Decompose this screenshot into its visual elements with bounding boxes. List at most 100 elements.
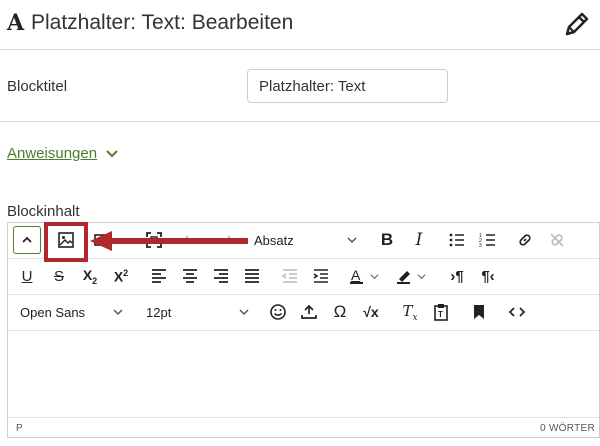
- block-title-row: Blocktitel: [0, 54, 600, 122]
- toolbar-row-2: U S X2 X2 A ›¶ ¶‹: [8, 259, 599, 295]
- fullscreen-button[interactable]: [140, 226, 168, 254]
- word-count[interactable]: 0 WÖRTER: [540, 423, 595, 434]
- undo-button[interactable]: [176, 226, 204, 254]
- italic-icon: I: [415, 230, 423, 250]
- subscript-button[interactable]: X2: [76, 262, 104, 290]
- superscript-button[interactable]: X2: [107, 262, 135, 290]
- omega-icon: Ω: [333, 302, 347, 321]
- upload-button[interactable]: [295, 298, 323, 326]
- chevron-down-icon: [417, 273, 426, 279]
- chevron-up-icon: [22, 236, 32, 243]
- unlink-icon: [550, 233, 564, 247]
- paragraph-format-value: Absatz: [254, 232, 294, 248]
- numbered-list-icon: 123: [479, 233, 495, 249]
- align-left-icon: [152, 269, 166, 283]
- italic-button[interactable]: I: [405, 226, 433, 254]
- redo-button[interactable]: [212, 226, 240, 254]
- font-family-value: Open Sans: [20, 304, 86, 320]
- strikethrough-button[interactable]: S: [45, 262, 73, 290]
- chevron-down-icon: [239, 309, 249, 316]
- chevron-down-icon: [113, 309, 123, 316]
- emoji-button[interactable]: [264, 298, 292, 326]
- collapse-toolbar-button[interactable]: [13, 226, 41, 254]
- chevron-down-icon: [347, 237, 357, 244]
- clipboard-icon: T: [434, 304, 448, 321]
- align-center-button[interactable]: [176, 262, 204, 290]
- toolbar-row-3: Open Sans 12pt Ω √x Tx T: [8, 295, 599, 331]
- font-size-select[interactable]: 12pt: [142, 298, 254, 326]
- insert-image-button[interactable]: [52, 226, 80, 254]
- text-color-button[interactable]: A: [344, 262, 386, 290]
- bold-button[interactable]: B: [373, 226, 401, 254]
- bullet-list-button[interactable]: [443, 226, 471, 254]
- indent-icon: [313, 269, 328, 283]
- underline-icon: U: [21, 267, 33, 285]
- redo-icon: [227, 235, 234, 245]
- align-center-icon: [183, 269, 197, 283]
- insert-link-button[interactable]: [511, 226, 539, 254]
- element-path[interactable]: P: [16, 423, 23, 434]
- remove-link-button[interactable]: [543, 226, 571, 254]
- insert-media-button[interactable]: [88, 226, 116, 254]
- strikethrough-icon: S: [53, 267, 64, 285]
- rtl-icon: ¶‹: [481, 267, 495, 285]
- rtl-button[interactable]: ¶‹: [474, 262, 502, 290]
- media-icon: [94, 234, 110, 246]
- instructions-toggle[interactable]: Anweisungen: [7, 145, 119, 162]
- dialog-title: Platzhalter: Text: Bearbeiten: [31, 11, 294, 34]
- underline-button[interactable]: U: [13, 262, 41, 290]
- link-icon: [519, 234, 531, 246]
- bookmark-button[interactable]: [465, 298, 493, 326]
- block-title-input[interactable]: [247, 69, 448, 103]
- bullet-list-icon: [449, 233, 464, 247]
- special-character-button[interactable]: Ω: [326, 298, 354, 326]
- dialog-header: A Platzhalter: Text: Bearbeiten: [0, 0, 600, 50]
- instructions-label: Anweisungen: [7, 145, 98, 162]
- indent-button[interactable]: [307, 262, 335, 290]
- ltr-icon: ›¶: [450, 267, 464, 285]
- pencil-icon: [562, 9, 592, 39]
- clear-formatting-button[interactable]: Tx: [396, 298, 424, 326]
- svg-text:3: 3: [479, 243, 482, 249]
- rich-text-editor: Absatz B I 123 U S X2 X2 A ›¶ ¶‹ Open Sa…: [7, 222, 600, 438]
- block-title-label: Blocktitel: [7, 78, 68, 95]
- outdent-icon: [281, 269, 297, 283]
- source-code-button[interactable]: [503, 298, 531, 326]
- smiley-icon: [270, 304, 286, 320]
- equation-button[interactable]: √x: [357, 298, 385, 326]
- code-icon: [508, 307, 526, 317]
- align-left-button[interactable]: [145, 262, 173, 290]
- align-right-button[interactable]: [207, 262, 235, 290]
- ltr-button[interactable]: ›¶: [443, 262, 471, 290]
- clear-formatting-icon: Tx: [402, 301, 418, 323]
- numbered-list-button[interactable]: 123: [474, 226, 502, 254]
- align-justify-icon: [245, 269, 259, 283]
- bold-icon: B: [380, 230, 394, 249]
- align-justify-button[interactable]: [238, 262, 266, 290]
- editor-content-area[interactable]: [8, 331, 599, 417]
- svg-text:T: T: [438, 310, 443, 319]
- toolbar-row-1: Absatz B I 123: [8, 223, 599, 259]
- highlighter-icon: [397, 271, 410, 284]
- font-family-select[interactable]: Open Sans: [16, 298, 128, 326]
- superscript-icon: X2: [113, 267, 129, 285]
- font-size-value: 12pt: [146, 304, 172, 320]
- svg-text:A: A: [351, 267, 361, 283]
- square-root-icon: √x: [363, 304, 379, 320]
- background-color-button[interactable]: [391, 262, 435, 290]
- paste-text-button[interactable]: T: [427, 298, 455, 326]
- subscript-icon: X2: [82, 266, 98, 286]
- outdent-button[interactable]: [276, 262, 304, 290]
- bookmark-icon: [474, 305, 484, 319]
- undo-icon: [182, 235, 189, 245]
- image-icon: [58, 232, 74, 248]
- text-color-icon: A: [350, 267, 363, 284]
- chevron-down-icon: [370, 273, 379, 279]
- chevron-down-icon: [106, 149, 118, 157]
- fullscreen-icon: [146, 232, 162, 248]
- text-block-type-icon: A: [7, 10, 25, 36]
- align-right-icon: [214, 269, 228, 283]
- editor-statusbar: P 0 WÖRTER: [8, 417, 599, 437]
- block-content-label: Blockinhalt: [7, 203, 80, 220]
- paragraph-format-select[interactable]: Absatz: [250, 226, 362, 254]
